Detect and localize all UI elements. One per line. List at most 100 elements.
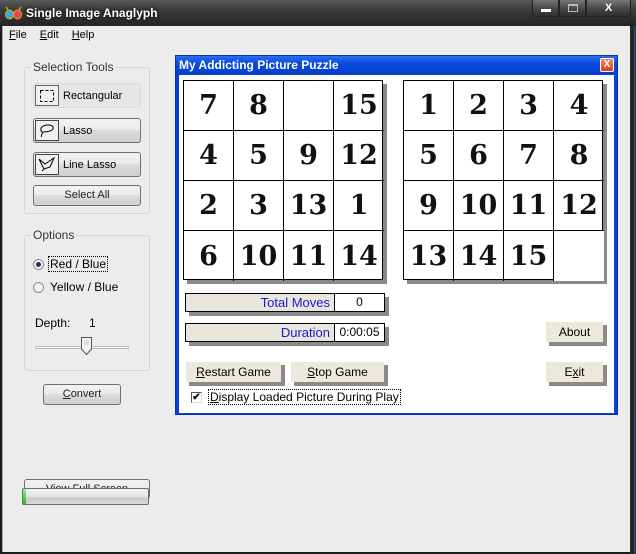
- puzzle-tile[interactable]: 12: [334, 131, 384, 181]
- current-puzzle-board: 7 8 15 4 5 9 12 2 3 13 1 6 10 11 14: [183, 80, 384, 281]
- rectangular-tool-button[interactable]: Rectangular: [33, 83, 141, 108]
- exit-button[interactable]: Exit: [545, 361, 603, 382]
- menu-help-accel: H: [71, 29, 80, 41]
- radio-red-blue-label: Red / Blue: [48, 256, 109, 272]
- polygon-lasso-icon: [35, 154, 59, 175]
- solution-tile: 5: [404, 131, 454, 181]
- total-moves-value: 0: [334, 294, 384, 311]
- radio-yellow-blue[interactable]: Yellow / Blue: [33, 280, 118, 294]
- close-icon: X: [603, 59, 611, 70]
- puzzle-tile[interactable]: 14: [334, 231, 384, 281]
- puzzle-tile[interactable]: 5: [234, 131, 284, 181]
- about-button[interactable]: About: [545, 321, 603, 342]
- line-lasso-label: Line Lasso: [63, 158, 117, 171]
- solution-tile: 2: [454, 81, 504, 131]
- close-icon: X: [604, 2, 613, 14]
- solution-tile: 3: [504, 81, 554, 131]
- solution-tile: 6: [454, 131, 504, 181]
- solution-tile: 10: [454, 181, 504, 231]
- menu-edit[interactable]: Edit: [40, 26, 59, 44]
- display-picture-accel: D: [210, 390, 219, 404]
- select-all-button[interactable]: Select All: [33, 185, 141, 206]
- solved-puzzle-board: 1 2 3 4 5 6 7 8 9 10 11 12 13 14 15: [403, 80, 604, 281]
- puzzle-tile[interactable]: 7: [184, 81, 234, 131]
- restart-label: estart Game: [204, 365, 271, 379]
- duration-value: 0:00:05: [334, 324, 384, 341]
- puzzle-close-button[interactable]: X: [600, 58, 614, 72]
- minimize-button[interactable]: [532, 0, 559, 17]
- solution-tile: 1: [404, 81, 454, 131]
- display-picture-text: isplay Loaded Picture During Play: [218, 390, 399, 404]
- solution-tile: 8: [554, 131, 604, 181]
- puzzle-tile[interactable]: 8: [234, 81, 284, 131]
- display-picture-checkbox[interactable]: ✔: [191, 391, 202, 403]
- depth-label: Depth:: [35, 316, 71, 330]
- selection-tools-group: Selection Tools Rectangular Lasso Line L…: [24, 60, 150, 214]
- options-label: Options: [31, 228, 77, 242]
- anaglyph-glasses-icon: [5, 6, 22, 20]
- convert-button[interactable]: Convert: [43, 384, 121, 405]
- stop-game-button[interactable]: Stop Game: [290, 361, 384, 382]
- rectangular-label: Rectangular: [63, 89, 123, 102]
- radio-yellow-blue-indicator[interactable]: [33, 281, 44, 293]
- convert-accel: C: [62, 388, 71, 400]
- total-moves-box: Total Moves 0: [185, 293, 385, 312]
- stop-label: top Game: [315, 365, 368, 379]
- puzzle-tile[interactable]: 3: [234, 181, 284, 231]
- radio-red-blue[interactable]: Red / Blue: [33, 256, 109, 272]
- stop-accel: S: [307, 365, 316, 379]
- puzzle-tile[interactable]: 4: [184, 131, 234, 181]
- radio-yellow-blue-label: Yellow / Blue: [50, 280, 119, 294]
- about-label: About: [558, 325, 591, 339]
- duration-label: Duration: [280, 325, 330, 340]
- restart-accel: R: [196, 365, 205, 379]
- duration-box: Duration 0:00:05: [185, 323, 385, 342]
- puzzle-dialog-title: My Addicting Picture Puzzle: [179, 58, 339, 72]
- menu-file-accel: F: [9, 29, 16, 41]
- puzzle-tile[interactable]: 1: [334, 181, 384, 231]
- menu-bar: File Edit Help: [3, 26, 630, 44]
- depth-slider-thumb[interactable]: [81, 337, 93, 355]
- menu-help-label: elp: [79, 29, 95, 41]
- radio-red-blue-indicator[interactable]: [33, 258, 44, 270]
- lasso-label: Lasso: [63, 124, 93, 137]
- menu-edit-label: dit: [47, 29, 59, 41]
- puzzle-tile[interactable]: 2: [184, 181, 234, 231]
- puzzle-tile[interactable]: 6: [184, 231, 234, 281]
- solution-tile: 15: [504, 231, 554, 281]
- app-window: Single Image Anaglyph X File Edit Help S…: [0, 0, 636, 554]
- puzzle-empty-slot[interactable]: [284, 81, 334, 131]
- puzzle-dialog-titlebar[interactable]: My Addicting Picture Puzzle: [176, 56, 617, 74]
- maximize-button[interactable]: [559, 0, 586, 17]
- solution-tile: 13: [404, 231, 454, 281]
- restart-game-button[interactable]: Restart Game: [185, 361, 281, 382]
- options-group: Options Red / Blue Yellow / Blue Depth: …: [24, 228, 150, 371]
- title-bar[interactable]: Single Image Anaglyph X: [0, 0, 636, 26]
- client-area: File Edit Help Selection Tools Rectangul…: [2, 26, 630, 552]
- display-picture-label: Display Loaded Picture During Play: [208, 389, 401, 405]
- total-moves-label: Total Moves: [260, 295, 330, 310]
- puzzle-tile[interactable]: 11: [284, 231, 334, 281]
- display-picture-checkbox-row[interactable]: ✔ Display Loaded Picture During Play: [191, 389, 401, 405]
- rectangle-select-icon: [35, 85, 59, 106]
- window-right-border: [630, 26, 636, 554]
- solution-tile: 14: [454, 231, 504, 281]
- solution-tile: 7: [504, 131, 554, 181]
- minimize-icon: [540, 9, 551, 12]
- puzzle-tile[interactable]: 9: [284, 131, 334, 181]
- progress-bar: [22, 488, 149, 505]
- window-title: Single Image Anaglyph: [26, 6, 158, 20]
- puzzle-tile[interactable]: 13: [284, 181, 334, 231]
- lasso-icon: [35, 120, 59, 141]
- puzzle-tile[interactable]: 10: [234, 231, 284, 281]
- menu-help[interactable]: Help: [72, 26, 95, 44]
- solution-tile: 4: [554, 81, 604, 131]
- puzzle-tile[interactable]: 15: [334, 81, 384, 131]
- close-button[interactable]: X: [586, 0, 631, 17]
- menu-file[interactable]: File: [9, 26, 27, 44]
- exit-label: it: [578, 365, 585, 379]
- maximize-icon: [567, 4, 578, 12]
- solution-tile: 11: [504, 181, 554, 231]
- lasso-tool-button[interactable]: Lasso: [33, 118, 141, 143]
- line-lasso-tool-button[interactable]: Line Lasso: [33, 152, 141, 177]
